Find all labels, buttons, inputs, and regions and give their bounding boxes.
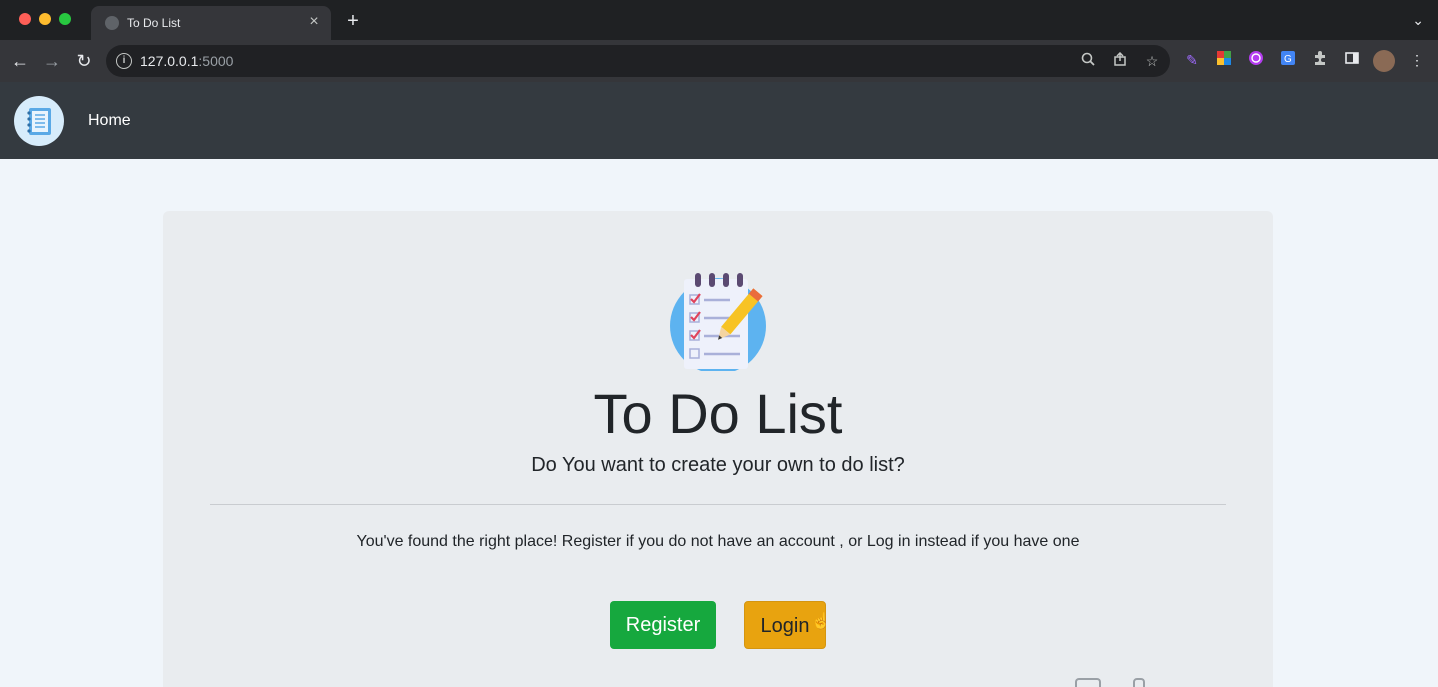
translate-icon[interactable]: G (1278, 50, 1298, 70)
back-button[interactable]: ← (8, 49, 32, 73)
extensions-puzzle-icon[interactable] (1310, 50, 1330, 70)
checklist-pencil-icon (670, 273, 766, 371)
browser-tab[interactable]: To Do List × (91, 6, 331, 40)
reload-button[interactable]: ↻ (72, 49, 96, 73)
browser-tab-strip: To Do List × + ⌄ (0, 0, 1438, 40)
jumbotron: To Do List Do You want to create your ow… (163, 211, 1273, 687)
register-button[interactable]: Register (610, 601, 716, 649)
svg-text:G: G (1284, 54, 1292, 65)
kebab-menu-icon[interactable]: ⋮ (1407, 50, 1427, 70)
intro-text: You've found the right place! Register i… (356, 533, 1080, 550)
color-extension-icon[interactable] (1214, 50, 1234, 70)
globe-extension-icon[interactable] (1246, 50, 1266, 70)
globe-icon (105, 16, 119, 30)
page-title: To Do List (593, 382, 843, 445)
divider (210, 504, 1226, 505)
new-tab-button[interactable]: + (342, 10, 364, 32)
feather-extension-icon[interactable]: ✎ (1182, 50, 1202, 70)
tab-search-chevron-icon[interactable]: ⌄ (1412, 12, 1424, 29)
close-tab-icon[interactable]: × (305, 13, 323, 31)
zoom-search-icon[interactable] (1078, 51, 1098, 71)
bookmark-star-icon[interactable]: ☆ (1142, 51, 1162, 71)
partial-icon (1075, 678, 1101, 687)
close-window-button[interactable] (19, 13, 31, 25)
maximize-window-button[interactable] (59, 13, 71, 25)
lead-text: Do You want to create your own to do lis… (531, 454, 905, 476)
url-host: 127.0.0.1 (140, 53, 199, 69)
url-text: 127.0.0.1:5000 (140, 53, 233, 69)
app-navbar: Home (0, 82, 1438, 159)
forward-button[interactable]: → (40, 49, 64, 73)
minimize-window-button[interactable] (39, 13, 51, 25)
address-bar[interactable]: i 127.0.0.1:5000 ☆ (106, 45, 1170, 77)
browser-toolbar: ← → ↻ i 127.0.0.1:5000 ☆ ✎ G ⋮ (0, 40, 1438, 82)
side-panel-icon[interactable] (1342, 50, 1362, 70)
partial-icon (1133, 678, 1145, 687)
nav-home-link[interactable]: Home (88, 112, 131, 130)
hand-cursor-icon: ☝ (811, 613, 831, 630)
tab-title: To Do List (127, 16, 181, 30)
share-icon[interactable] (1110, 51, 1130, 71)
url-port: :5000 (198, 53, 234, 69)
profile-avatar[interactable] (1373, 50, 1395, 72)
notebook-logo-icon[interactable] (14, 96, 64, 146)
info-icon[interactable]: i (116, 53, 132, 69)
